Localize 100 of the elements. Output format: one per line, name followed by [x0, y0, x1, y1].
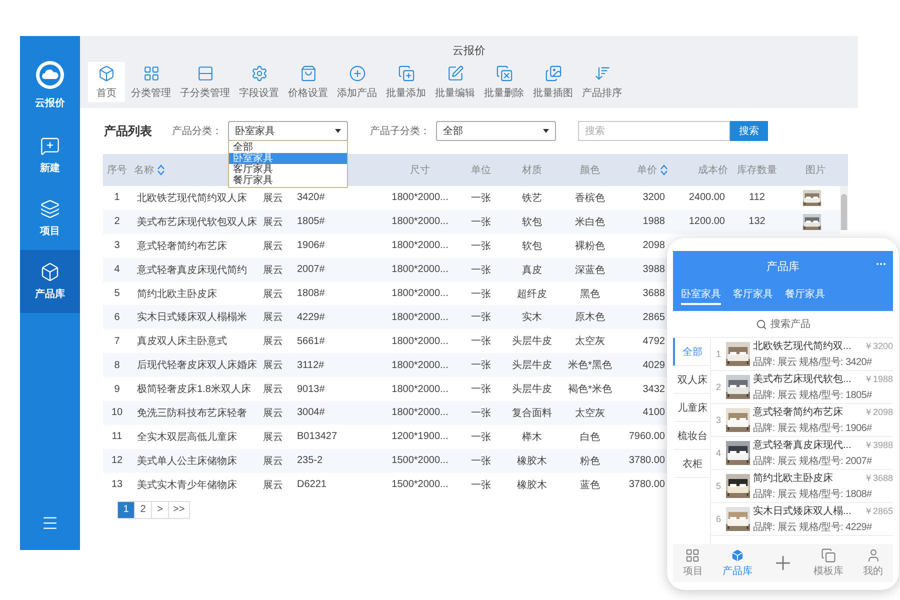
sidebar-item[interactable]: 项目	[20, 187, 80, 250]
toolbar-button[interactable]: 首页	[88, 62, 125, 102]
table-cell-text: 3004#	[296, 407, 326, 418]
product-item[interactable]: 2 美式布艺床现代软包... ￥1988 品牌: 展云 规格/型号: 1805#	[711, 371, 893, 404]
column-header: 颜色	[580, 164, 600, 177]
table-cell-text: 一张	[470, 382, 492, 396]
table-cell-text: 3780.00	[628, 455, 666, 466]
nav-tab[interactable]: 产品库	[722, 548, 752, 578]
toolbar-button[interactable]: 分类管理	[128, 62, 174, 102]
table-cell-text: 实木	[521, 310, 543, 324]
rows-icon	[196, 65, 214, 82]
page-nav-button[interactable]: >	[151, 500, 169, 519]
sidebar-item[interactable]: 产品库	[20, 250, 80, 313]
table-cell-text: 1500*2000...	[390, 455, 450, 466]
table-cell-text: 原木色	[574, 310, 606, 324]
nav-tab[interactable]: 我的	[863, 548, 884, 578]
scrollbar[interactable]	[840, 186, 848, 230]
tab[interactable]: 卧室家具	[681, 287, 721, 305]
copy-icon	[821, 548, 836, 563]
page-nav-button[interactable]: >>	[168, 500, 190, 519]
table-cell-text: 展云	[262, 478, 284, 492]
product-name: 美式布艺床现代软包...	[753, 372, 852, 386]
table-cell-text: 一张	[470, 358, 492, 372]
table-cell-text: 4100	[642, 407, 666, 418]
table-cell-text: 1800*2000...	[390, 264, 450, 276]
toolbar-button[interactable]: 子分类管理	[177, 62, 233, 102]
dropdown-option[interactable]: 全部	[229, 142, 347, 153]
toolbar-button[interactable]: 价格设置	[285, 62, 331, 102]
search-field[interactable]: 搜索	[578, 121, 730, 141]
product-price: ￥2098	[864, 406, 893, 419]
product-name: 实木日式矮床双人榻...	[753, 504, 852, 518]
table-cell-text: 复合面料	[511, 406, 553, 420]
table-cell-text: 1800*2000...	[390, 407, 450, 418]
table-cell-text: 太空灰	[574, 334, 606, 348]
table-cell-text: 1800*2000...	[390, 288, 450, 299]
table-cell-text: 头层牛皮	[511, 358, 553, 372]
table-cell-text: 12	[110, 455, 124, 466]
item-number: 6	[714, 514, 722, 524]
menu-icon	[41, 514, 59, 532]
toolbar-button[interactable]: 批量插图	[530, 62, 576, 102]
toolbar-button[interactable]: 批量删除	[481, 62, 527, 102]
table-cell-text: 2007#	[296, 264, 326, 276]
product-item[interactable]: 1 北欧铁艺现代简约双... ￥3200 品牌: 展云 规格/型号: 3420#	[711, 338, 893, 371]
cube-icon	[40, 262, 60, 282]
product-spec: 品牌: 展云 规格/型号: 1906#	[753, 422, 873, 435]
product-item[interactable]: 5 简约北欧主卧皮床 ￥3688 品牌: 展云 规格/型号: 1808#	[711, 470, 893, 503]
category-item[interactable]: 全部	[673, 338, 710, 366]
search-placeholder[interactable]: 搜索产品	[770, 317, 810, 331]
table-cell-text: 132	[748, 216, 766, 228]
toolbar-button[interactable]: 批量添加	[383, 62, 429, 102]
product-price: ￥3988	[864, 439, 893, 452]
table-cell-text: 展云	[262, 335, 284, 348]
nav-tab[interactable]: 模板库	[814, 548, 844, 578]
grid-icon	[142, 65, 160, 82]
category-select[interactable]: 卧室家具	[228, 121, 348, 141]
table-cell-text: 一张	[470, 406, 492, 420]
page-button[interactable]: 1	[117, 500, 135, 519]
table-cell-text: 235-2	[296, 455, 324, 466]
table-cell-text: 免洗三防科技布艺床轻奢	[136, 406, 248, 420]
window-title: 云报价	[452, 44, 486, 59]
product-item[interactable]: 3 意式轻奢简约布艺床 ￥2098 品牌: 展云 规格/型号: 1906#	[711, 404, 893, 437]
tab[interactable]: 餐厅家具	[785, 287, 825, 305]
sort-icon[interactable]	[157, 164, 165, 176]
dropdown-option[interactable]: 餐厅家具	[229, 175, 347, 186]
dropdown-option[interactable]: 卧室家具	[229, 153, 347, 164]
toolbar-button[interactable]: 批量编辑	[432, 62, 478, 102]
table-cell-text: 展云	[262, 454, 284, 468]
nav-tab[interactable]: 项目	[682, 548, 703, 578]
sidebar-item[interactable]: 新建	[20, 124, 80, 187]
subcategory-select[interactable]: 全部	[436, 121, 556, 141]
toolbar-button[interactable]: 添加产品	[334, 62, 380, 102]
table-cell-text: 5661#	[296, 336, 326, 347]
product-price: ￥2865	[864, 505, 893, 518]
product-item[interactable]: 4 意式轻奢真皮床现代... ￥3988 品牌: 展云 规格/型号: 2007#	[711, 437, 893, 470]
toolbar-button[interactable]: 产品排序	[579, 62, 625, 102]
table-cell-text: 黑色	[579, 288, 601, 300]
table-cell-text: 8	[113, 360, 121, 371]
table-cell-text: 1200.00	[688, 216, 726, 228]
column-header: 尺寸	[410, 164, 430, 177]
table-cell-text: 1500*2000...	[390, 479, 450, 490]
table-cell-text: 展云	[262, 359, 284, 372]
sort-icon[interactable]	[660, 164, 668, 176]
tab[interactable]: 客厅家具	[733, 287, 773, 305]
column-header: 单价	[637, 164, 657, 177]
field-label: 产品子分类：	[370, 124, 430, 138]
product-spec: 品牌: 展云 规格/型号: 3420#	[753, 356, 873, 369]
page-button[interactable]: 2	[134, 500, 152, 519]
dropdown-option[interactable]: 客厅家具	[229, 164, 347, 175]
product-item[interactable]: 6 实木日式矮床双人榻... ￥2865 品牌: 展云 规格/型号: 4229#	[711, 503, 893, 536]
table-cell-text: 一张	[470, 478, 492, 492]
table-cell-text: 蓝色	[579, 478, 601, 492]
toolbar-button[interactable]: 字段设置	[236, 62, 282, 102]
table-cell-text: 2	[113, 216, 121, 228]
table-cell-text: 展云	[262, 430, 284, 444]
search-button[interactable]: 搜索	[730, 121, 768, 141]
table-cell-text: 真皮双人床主卧意式	[136, 334, 228, 348]
menu-button[interactable]	[41, 514, 59, 532]
table-cell-text: 112	[748, 192, 766, 204]
table-cell-text: 太空灰	[574, 406, 606, 420]
table-cell-text: 全实木双层高低儿童床	[136, 430, 238, 444]
